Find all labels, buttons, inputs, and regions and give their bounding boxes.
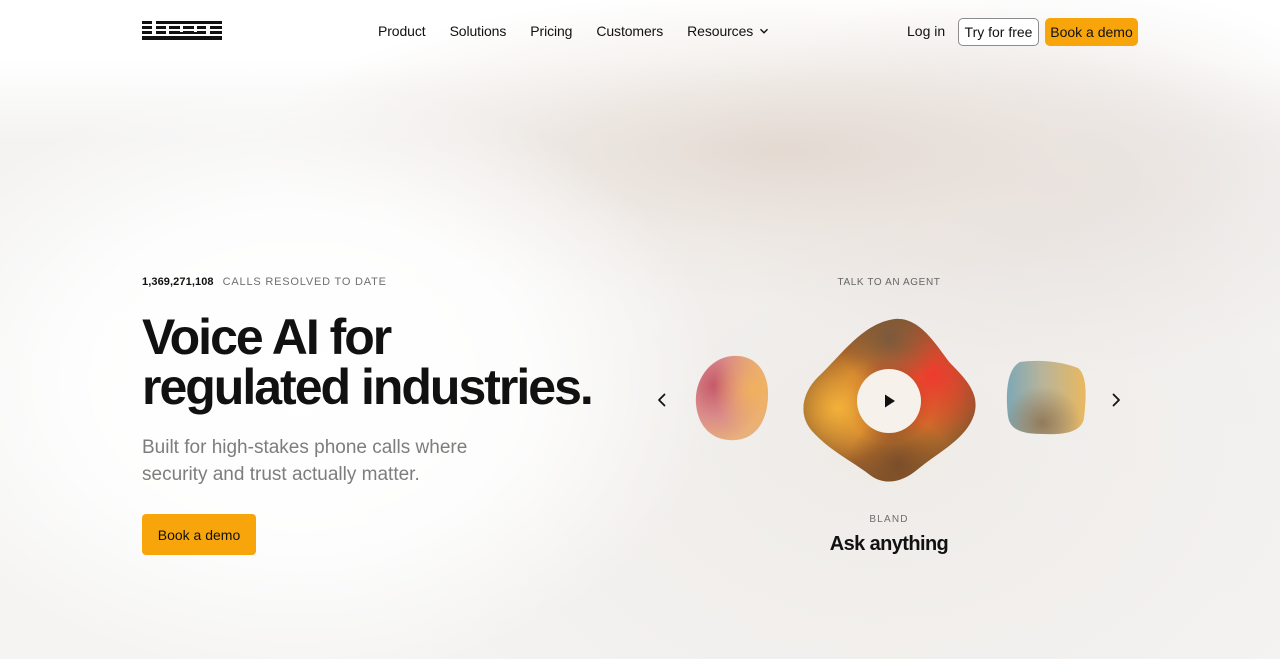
calls-stat: 1,369,271,108 CALLS RESOLVED TO DATE [142, 276, 612, 288]
top-nav: Product Solutions Pricing Customers Reso… [0, 0, 1280, 64]
chevron-left-icon[interactable] [652, 390, 672, 410]
agent-carousel: TALK TO AN AGENT BLAND Ask anything [640, 270, 1140, 570]
hero-book-demo-button[interactable]: Book a demo [142, 514, 256, 555]
nav-solutions[interactable]: Solutions [450, 23, 507, 39]
nav-book-demo-button[interactable]: Book a demo [1045, 18, 1138, 46]
agent-section-title: TALK TO AN AGENT [837, 277, 941, 288]
agent-orb-previous[interactable] [692, 354, 772, 442]
nav-resources-label: Resources [687, 23, 754, 39]
play-button[interactable] [857, 369, 921, 433]
try-free-button[interactable]: Try for free [958, 18, 1039, 46]
nav-customers[interactable]: Customers [596, 23, 663, 39]
primary-nav: Product Solutions Pricing Customers Reso… [378, 23, 769, 39]
headline-line-2: regulated industries. [142, 359, 594, 415]
hero-subheading: Built for high-stakes phone calls where … [142, 437, 468, 485]
agent-caption: Ask anything [829, 533, 949, 555]
agent-name: BLAND [869, 514, 909, 525]
nav-product[interactable]: Product [378, 23, 426, 39]
headline-line-1: Voice AI for [142, 309, 392, 365]
hero-section: 1,369,271,108 CALLS RESOLVED TO DATE Voi… [142, 276, 612, 555]
nav-resources[interactable]: Resources [687, 23, 769, 39]
calls-label: CALLS RESOLVED TO DATE [222, 276, 387, 288]
login-link[interactable]: Log in [907, 23, 945, 39]
page-title: Voice AI for regulated industries. [142, 312, 612, 412]
chevron-down-icon [760, 28, 769, 34]
calls-count: 1,369,271,108 [142, 276, 214, 288]
bland-logo[interactable] [142, 20, 222, 42]
play-icon [885, 394, 895, 408]
agent-orb-next[interactable] [1006, 360, 1086, 436]
chevron-right-icon[interactable] [1106, 390, 1126, 410]
nav-pricing[interactable]: Pricing [530, 23, 572, 39]
